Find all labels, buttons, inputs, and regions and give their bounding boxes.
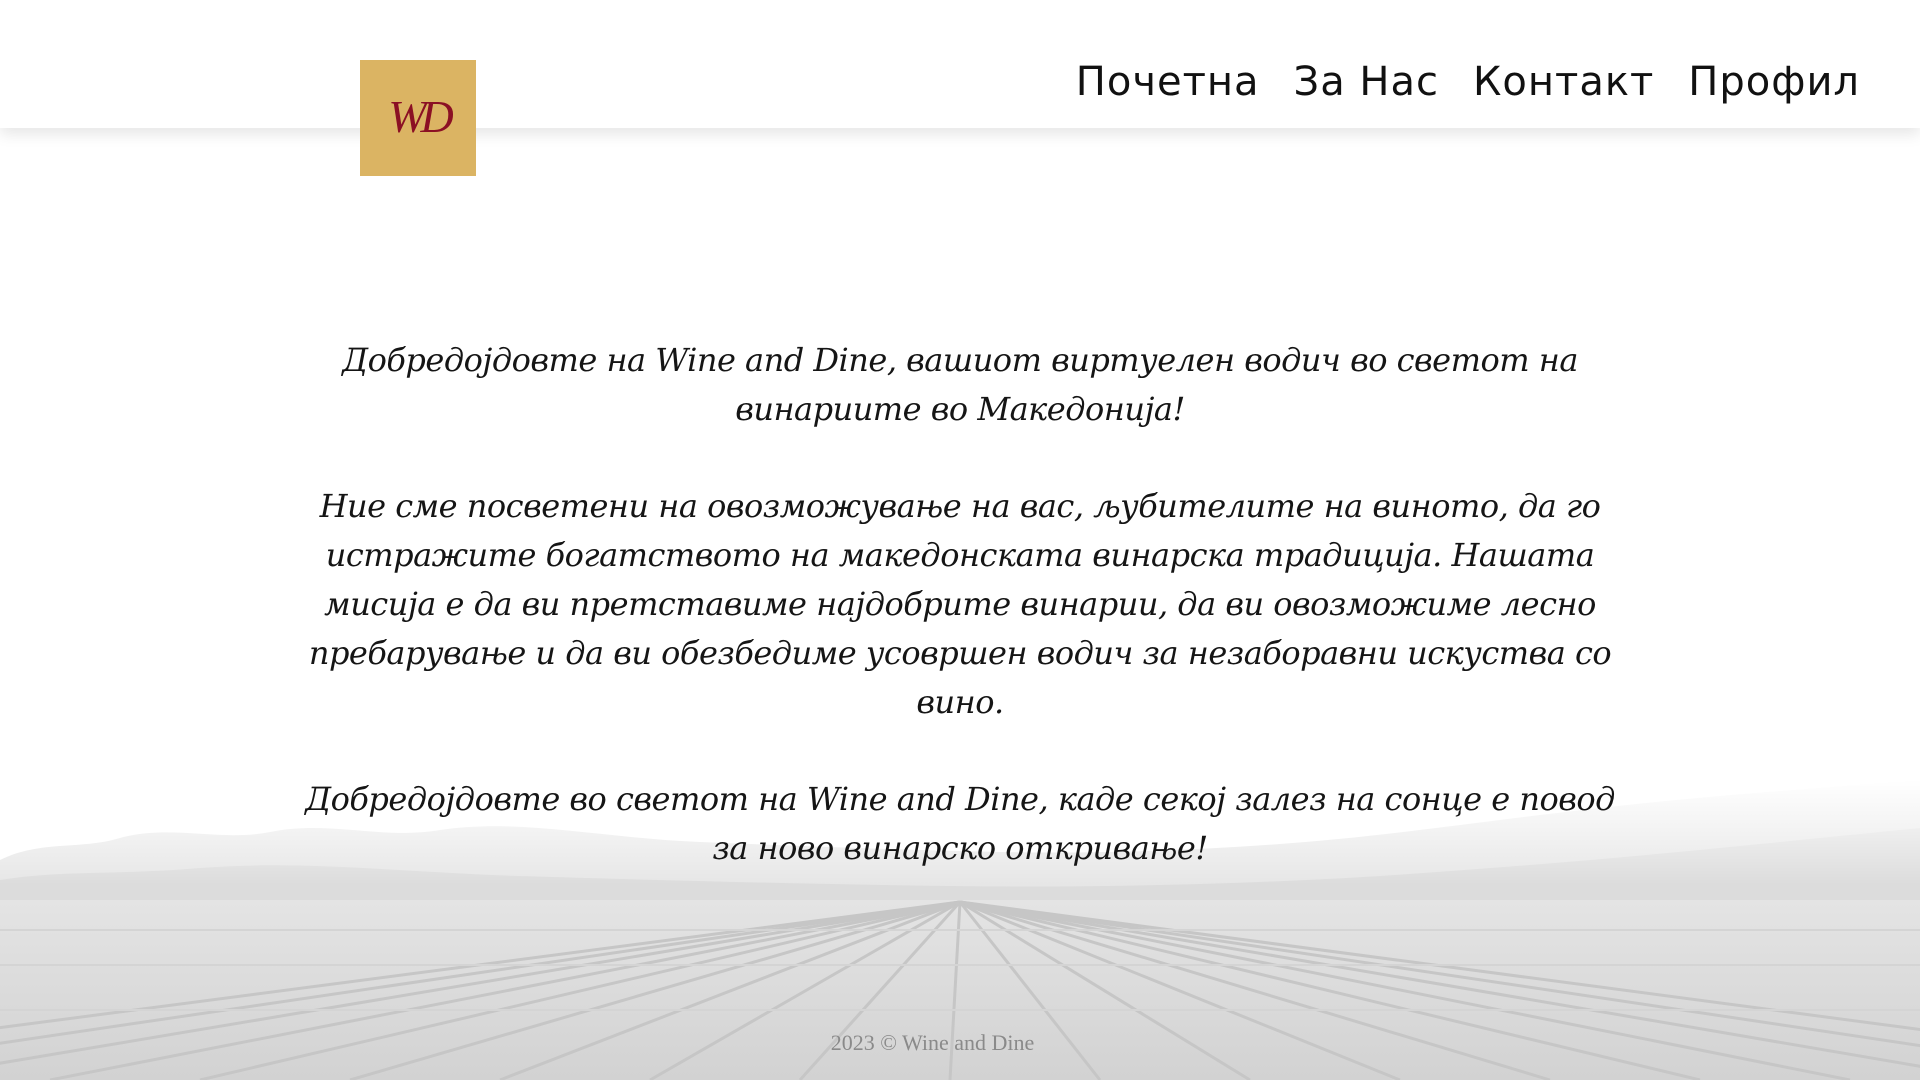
footer-copyright: 2023 © Wine and Dine [830,1030,1035,1055]
welcome-content: Добредојдовте на Wine and Dine, вашиот в… [300,336,1620,921]
nav-link-about[interactable]: За Нас [1294,52,1439,112]
welcome-paragraph-intro: Добредојдовте на Wine and Dine, вашиот в… [342,341,1578,428]
welcome-paragraph-mission: Ние сме посветени на овозможување на вас… [308,487,1612,721]
wd-logo-mark: WD [388,91,458,142]
welcome-paragraph-closing: Добредојдовте во светот на Wine and Dine… [305,780,1615,867]
main-nav: Почетна За Нас Контакт Профил [1076,52,1860,112]
logo-text: WD [388,91,453,142]
nav-link-home[interactable]: Почетна [1076,52,1260,112]
nav-link-contact[interactable]: Контакт [1473,52,1654,112]
page: Почетна За Нас Контакт Профил WD Добредо… [0,0,1920,1080]
site-logo[interactable]: WD [360,60,476,176]
nav-link-profile[interactable]: Профил [1688,52,1860,112]
site-header: Почетна За Нас Контакт Профил [0,0,1920,128]
